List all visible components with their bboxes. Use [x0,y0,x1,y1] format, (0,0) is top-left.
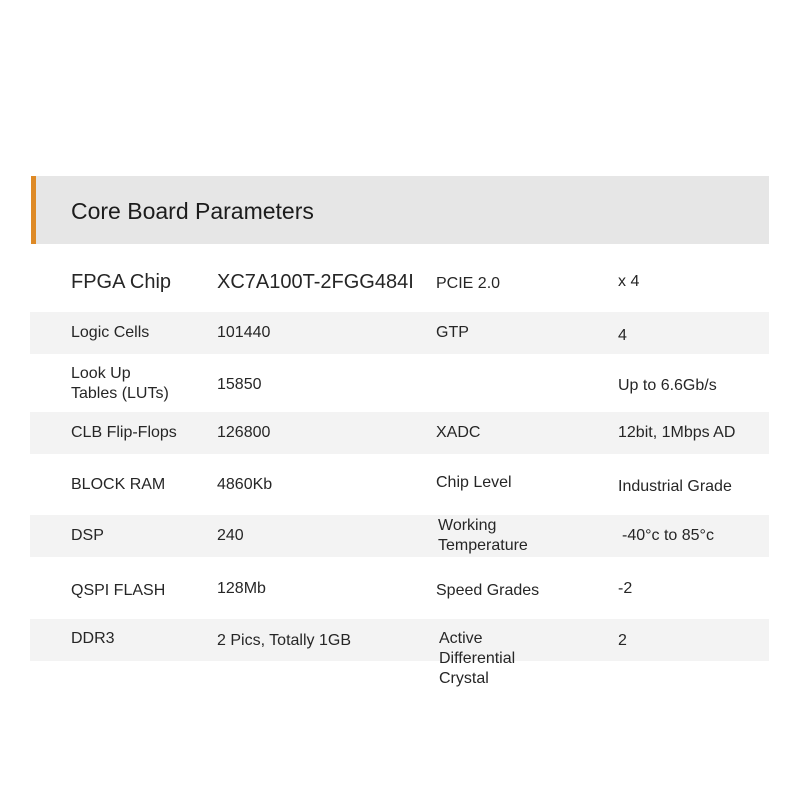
param-value: 2 Pics, Totally 1GB [217,631,351,649]
param-label: DSP [71,527,104,544]
param-label: QSPI FLASH [71,582,166,600]
table-row: FPGA Chip XC7A100T-2FGG484I PCIE 2.0 x 4 [30,256,769,308]
param-value: 240 [217,527,244,544]
param-label: GTP [436,324,469,341]
param-value: -40°c to 85°c [622,527,714,544]
param-value: 101440 [217,324,271,341]
table-row: CLB Flip-Flops 126800 XADC 12bit, 1Mbps … [30,412,769,454]
param-value: 15850 [217,376,262,394]
param-label: PCIE 2.0 [436,275,501,293]
param-value: 4860Kb [217,476,273,493]
param-label: BLOCK RAM [71,476,166,493]
param-label: DDR3 [71,630,115,648]
param-label: FPGA Chip [71,271,172,293]
table-row: Look Up Tables (LUTs) 15850 Up to 6.6Gb/… [30,356,769,412]
param-label: Chip Level [436,473,512,491]
param-value: 2 [618,631,627,649]
section-header: Core Board Parameters [31,176,769,244]
param-label: Look Up Tables (LUTs) [71,365,169,402]
param-value: 126800 [217,424,271,441]
param-label: Working Temperature [438,517,528,554]
table-row: Logic Cells 101440 GTP 4 [30,312,769,354]
param-label: Speed Grades [436,582,540,600]
param-label: XADC [436,424,481,441]
param-value: Up to 6.6Gb/s [618,376,717,394]
section-title: Core Board Parameters [71,198,314,224]
param-label: Active Differential Crystal [439,630,516,687]
param-value: 128Mb [217,580,266,597]
param-value: x 4 [618,273,640,290]
table-row: QSPI FLASH 128Mb Speed Grades -2 [30,560,769,618]
param-value: XC7A100T-2FGG484I [217,271,414,293]
param-value: 4 [618,327,627,345]
table-row: DSP 240 Working Temperature -40°c to 85°… [30,515,769,557]
table-row: DDR3 2 Pics, Totally 1GB Active Differen… [30,619,769,687]
param-value: -2 [618,580,633,597]
param-label: CLB Flip-Flops [71,424,177,441]
header-accent-bar [31,176,36,244]
param-value: Industrial Grade [618,478,732,496]
table-row: BLOCK RAM 4860Kb Chip Level Industrial G… [30,456,769,514]
param-value: 12bit, 1Mbps AD [618,424,736,441]
param-label: Logic Cells [71,324,150,341]
